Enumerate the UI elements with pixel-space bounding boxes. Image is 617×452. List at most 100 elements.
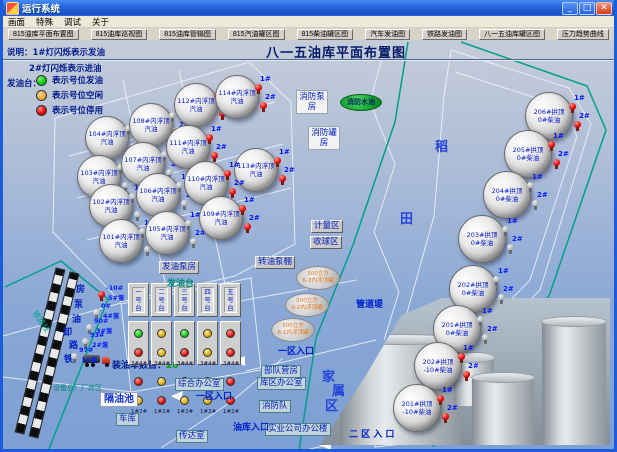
port-1-valve-icon bbox=[548, 141, 555, 151]
gasoline-tank[interactable]: 114#内浮顶汽油1#2# bbox=[215, 75, 259, 119]
loading-bay-name: 四号台 bbox=[201, 287, 214, 313]
port-2-label: 2# bbox=[512, 235, 523, 243]
port-2-label: 2# bbox=[284, 166, 295, 174]
light-label: 3# bbox=[177, 361, 185, 367]
loading-bay-lights: 3#4#1#2# bbox=[128, 321, 149, 365]
building-label: 传达室 bbox=[176, 430, 208, 443]
diesel-tank[interactable]: 201#拱顶-10#柴油1#2# bbox=[393, 384, 441, 432]
app-window: 运行系统 _ □ ✕ 画面 特殊 调试 关于 815油库平面布置图 815油库巡… bbox=[0, 0, 617, 452]
tank-name: 113#内浮顶 bbox=[237, 162, 274, 170]
port-2-label: 2# bbox=[503, 285, 514, 293]
loading-bay-name: 二号台 bbox=[155, 287, 168, 313]
tank-name: 206#拱顶 bbox=[534, 108, 565, 116]
diesel-tank[interactable]: 204#拱顶0#柴油1#2# bbox=[483, 171, 531, 219]
rail-unloading-pump[interactable]: -10#5#泵 bbox=[98, 285, 132, 302]
menu-item-screen[interactable]: 画面 bbox=[8, 16, 25, 28]
close-button[interactable]: ✕ bbox=[596, 2, 612, 15]
light-labels-top: 3#4# bbox=[129, 361, 148, 367]
port-2-valve-icon bbox=[553, 159, 560, 169]
legend-status-dot bbox=[36, 75, 47, 86]
menu-item-special[interactable]: 特殊 bbox=[36, 16, 53, 28]
minimize-button[interactable]: _ bbox=[562, 2, 578, 15]
buried-tank[interactable]: 500立方6-1内浮顶罐 bbox=[271, 318, 315, 342]
buried-tank[interactable]: 500立方6-2内浮顶罐 bbox=[285, 293, 329, 317]
pin-stem bbox=[571, 109, 574, 113]
tank-name: 201#拱顶 bbox=[442, 321, 473, 329]
rail-unloading-pump[interactable]: 97#1#泵 bbox=[71, 347, 105, 364]
gasoline-tank[interactable]: 101#内浮顶汽油1#2# bbox=[99, 219, 143, 263]
tank-product: 汽油 bbox=[105, 206, 118, 214]
loading-bay[interactable]: 四号台 bbox=[197, 283, 218, 317]
port-1-label: 1# bbox=[229, 161, 240, 169]
nav-button-tank-area[interactable]: 八一五油库罐区图 bbox=[479, 29, 545, 40]
port-1-valve-icon bbox=[458, 353, 465, 363]
pin-stem bbox=[171, 118, 174, 122]
tank-product: 0#柴油 bbox=[462, 289, 485, 297]
gasoline-tank[interactable]: 112#内浮顶汽油1#2# bbox=[174, 83, 218, 127]
pin-stem bbox=[276, 163, 279, 167]
status-light-green bbox=[134, 329, 143, 338]
loading-bay[interactable]: 五号台 bbox=[220, 283, 241, 317]
menu-item-debug[interactable]: 调试 bbox=[64, 16, 81, 28]
fire-water-pool: 消防水池 bbox=[340, 94, 382, 111]
light-label: 3# bbox=[154, 361, 162, 367]
area-label: 设备总厂厂房区 bbox=[53, 383, 102, 393]
tank-name: 111#内浮顶 bbox=[169, 139, 206, 147]
tank-product: 汽油 bbox=[145, 125, 158, 133]
status-light-red bbox=[134, 377, 143, 386]
port-2-valve-icon bbox=[482, 334, 489, 344]
diesel-tank[interactable]: 203#拱顶0#柴油1#2# bbox=[458, 215, 506, 263]
nav-button-truck-loading[interactable]: 汽车发油图 bbox=[365, 29, 410, 40]
nav-button-gasoline-area[interactable]: 815汽油罐区图 bbox=[228, 29, 285, 40]
loading-bay-lights: 3#4#1#2# bbox=[151, 321, 172, 365]
gasoline-tank[interactable]: 106#内浮顶汽油1#2# bbox=[136, 173, 180, 217]
port-2-label: 2# bbox=[487, 325, 498, 333]
legend-line-1: 说明：1#灯闪烁表示发油 bbox=[7, 46, 105, 58]
nav-button-inspection[interactable]: 815油库巡视图 bbox=[91, 29, 148, 40]
gasoline-tank[interactable]: 109#内浮顶汽油1#2# bbox=[199, 196, 243, 240]
tank-product: -10#柴油 bbox=[423, 366, 452, 374]
light-row-top bbox=[221, 323, 240, 361]
building-label: 车库 bbox=[116, 413, 139, 426]
tank-name: 104#内浮顶 bbox=[88, 130, 125, 138]
light-label: 2# bbox=[208, 409, 216, 415]
status-light-red bbox=[157, 396, 166, 405]
truck-wheel bbox=[105, 363, 109, 367]
screen-toolbar: 815油库平面布置图 815油库巡视图 815油库管输图 815汽油罐区图 81… bbox=[3, 28, 614, 40]
status-light-yellow bbox=[180, 396, 189, 405]
port-2-label: 2# bbox=[216, 143, 227, 151]
nav-button-pressure-trend[interactable]: 压力趋势曲线 bbox=[557, 29, 609, 40]
light-labels-top: 3#4# bbox=[152, 361, 171, 367]
pin-stem bbox=[231, 194, 234, 198]
pin-stem bbox=[146, 252, 149, 256]
port-1-label: 1# bbox=[211, 125, 222, 133]
pin-stem bbox=[73, 359, 76, 363]
area-label: 二 区 入 口 bbox=[349, 427, 394, 440]
pump-grade-label: 97# bbox=[79, 346, 94, 354]
tank-name: 205#拱顶 bbox=[513, 146, 544, 154]
building-label: 转油泵棚 bbox=[255, 256, 295, 269]
buried-tank[interactable]: 500立方6-3内浮顶罐 bbox=[296, 266, 340, 290]
maximize-button[interactable]: □ bbox=[579, 2, 595, 15]
divider bbox=[3, 60, 614, 61]
pin-stem bbox=[509, 250, 512, 254]
nav-button-pipeline[interactable]: 815油库管输图 bbox=[159, 29, 216, 40]
nav-button-plan[interactable]: 815油库平面布置图 bbox=[8, 29, 79, 40]
gasoline-tank[interactable]: 105#内浮顶汽油1#2# bbox=[145, 211, 189, 255]
tank-product: 汽油 bbox=[182, 147, 195, 155]
nav-button-diesel-area[interactable]: 815柴油罐区图 bbox=[297, 29, 354, 40]
light-row-top bbox=[175, 323, 194, 361]
light-row-top bbox=[152, 323, 171, 361]
building-label: 消防泵房 bbox=[296, 90, 328, 114]
port-1-label: 1# bbox=[244, 196, 255, 204]
port-2-valve-icon bbox=[134, 211, 141, 221]
menu-item-about[interactable]: 关于 bbox=[92, 16, 109, 28]
port-1-label: 1# bbox=[532, 173, 543, 181]
nav-button-rail-loading[interactable]: 铁路发油图 bbox=[422, 29, 467, 40]
tank-product: 汽油 bbox=[152, 195, 165, 203]
buried-tank-name: 6-3内浮顶罐 bbox=[297, 278, 339, 285]
diesel-tank[interactable]: 202#拱顶-10#柴油1#2# bbox=[414, 342, 462, 390]
tank-name: 108#内浮顶 bbox=[132, 117, 169, 125]
tank-name: 102#内浮顶 bbox=[92, 198, 129, 206]
light-labels-top: 3#4# bbox=[221, 361, 240, 367]
